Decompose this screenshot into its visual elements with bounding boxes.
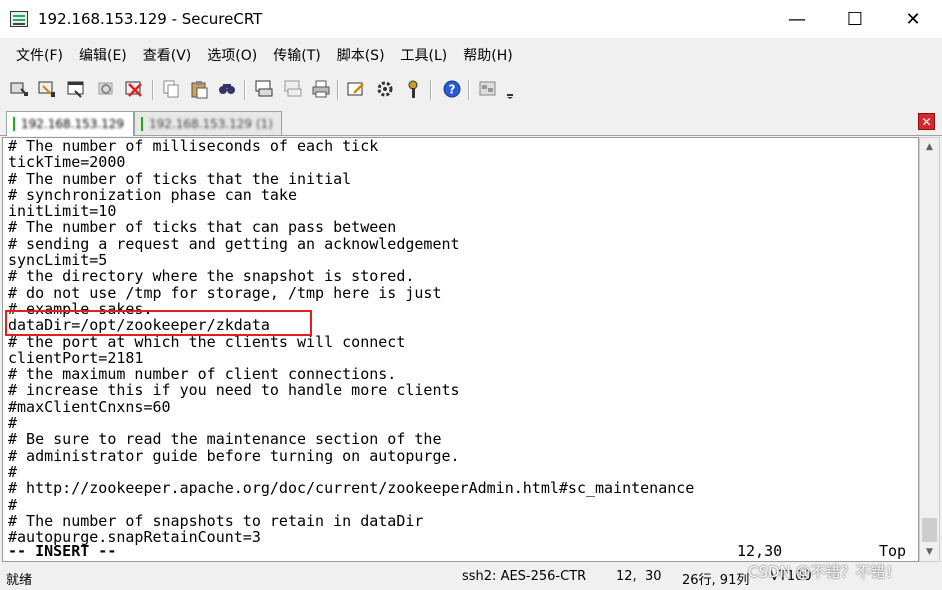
menu-options[interactable]: 选项(O) <box>199 45 265 65</box>
close-tab-icon[interactable]: ✕ <box>918 113 935 130</box>
terminal-line: # The number of ticks that the initial <box>8 169 352 188</box>
menu-transfer[interactable]: 传输(T) <box>265 45 328 65</box>
toolbar-separator <box>244 80 246 100</box>
connected-indicator-icon <box>141 116 143 131</box>
terminal-line: # <box>8 414 18 433</box>
datadir-highlight-box <box>5 310 312 336</box>
vim-status-line: -- INSERT -- 12,30 Top <box>3 543 918 559</box>
terminal-line: # The number of milliseconds of each tic… <box>8 137 379 155</box>
terminal-line: syncLimit=5 <box>8 251 108 270</box>
terminal-line: # the maximum number of client connectio… <box>8 365 397 384</box>
maximize-button[interactable]: ☐ <box>826 0 884 38</box>
session-options-icon[interactable] <box>346 79 366 99</box>
vim-mode: -- INSERT -- <box>8 542 117 560</box>
terminal-content: # The number of milliseconds of each tic… <box>8 138 694 545</box>
connect-in-tab-icon[interactable] <box>66 79 86 99</box>
print-selection-icon[interactable] <box>283 79 303 99</box>
print-screen-icon[interactable] <box>254 79 274 99</box>
tab-session-1[interactable]: 192.168.153.129 <box>6 111 134 136</box>
terminal-line: clientPort=2181 <box>8 348 144 367</box>
global-options-icon[interactable] <box>375 79 395 99</box>
terminal-line: # do not use /tmp for storage, /tmp here… <box>8 283 442 302</box>
terminal-line: # <box>8 495 18 514</box>
menu-help[interactable]: 帮助(H) <box>455 45 520 65</box>
paste-icon[interactable] <box>189 79 209 99</box>
menu-edit[interactable]: 编辑(E) <box>71 45 135 65</box>
status-cipher: ssh2: AES-256-CTR <box>462 569 587 584</box>
quick-connect-icon[interactable] <box>37 79 57 99</box>
help-icon[interactable]: ? <box>442 79 462 99</box>
connected-indicator-icon <box>13 117 15 131</box>
session-tab-bar: 192.168.153.129 192.168.153.129 (1) <box>0 106 942 136</box>
menu-view[interactable]: 查看(V) <box>135 45 200 65</box>
minimize-button[interactable]: — <box>768 0 826 38</box>
status-size: 26行, 91列 <box>682 573 750 588</box>
terminal-line: # administrator guide before turning on … <box>8 446 460 465</box>
status-cursor: 12, 30 <box>616 569 662 584</box>
terminal-line: # The number of snapshots to retain in d… <box>8 511 424 530</box>
terminal-line: initLimit=10 <box>8 202 117 221</box>
terminal-line: # increase this if you need to handle mo… <box>8 381 460 400</box>
terminal-line: # sending a request and getting an ackno… <box>8 234 460 253</box>
disconnect-icon[interactable] <box>124 79 144 99</box>
scroll-down-icon[interactable]: ▼ <box>920 543 939 561</box>
toolbar-separator <box>468 80 470 100</box>
terminal-line: #maxClientCnxns=60 <box>8 397 171 416</box>
terminal-line: # http://zookeeper.apache.org/doc/curren… <box>8 479 695 498</box>
find-icon[interactable] <box>217 79 237 99</box>
vim-cursor-position: 12,30 <box>737 542 783 560</box>
terminal-line: # synchronization phase can take <box>8 185 297 204</box>
keymap-icon[interactable] <box>403 79 423 99</box>
terminal-scrollbar[interactable]: ▲ ▼ <box>919 137 940 562</box>
toolbar-separator <box>337 80 339 100</box>
toolbar-separator <box>152 80 154 100</box>
scrollbar-thumb[interactable] <box>922 518 937 542</box>
terminal-line: tickTime=2000 <box>8 153 126 172</box>
copy-icon[interactable] <box>161 79 181 99</box>
close-button[interactable]: ✕ <box>884 0 942 38</box>
terminal-line: # the directory where the snapshot is st… <box>8 267 415 286</box>
tab-label: 192.168.153.129 <box>21 117 125 131</box>
terminal-line: # <box>8 462 18 481</box>
terminal-line: # The number of ticks that can pass betw… <box>8 218 397 237</box>
print-icon[interactable] <box>311 79 331 99</box>
window-title: 192.168.153.129 - SecureCRT <box>38 10 263 28</box>
terminal-line: # the port at which the clients will con… <box>8 332 406 351</box>
terminal-view[interactable]: # The number of milliseconds of each tic… <box>2 137 919 562</box>
terminal-line: # Be sure to read the maintenance sectio… <box>8 430 442 449</box>
menu-file[interactable]: 文件(F) <box>8 45 71 65</box>
connect-icon[interactable] <box>9 79 29 99</box>
menu-tools[interactable]: 工具(L) <box>393 45 456 65</box>
svg-text:?: ? <box>449 83 456 97</box>
reconnect-icon[interactable] <box>96 79 116 99</box>
tab-session-2[interactable]: 192.168.153.129 (1) <box>134 111 282 135</box>
watermark: CSDN @不错？不错！ <box>748 563 901 581</box>
menu-bar: 文件(F) 编辑(E) 查看(V) 选项(O) 传输(T) 脚本(S) 工具(L… <box>0 38 942 72</box>
securecrt-app-icon[interactable] <box>10 11 28 27</box>
scroll-up-icon[interactable]: ▲ <box>920 138 939 156</box>
title-bar: 192.168.153.129 - SecureCRT — ☐ ✕ <box>0 0 942 38</box>
status-ready: 就绪 <box>6 573 33 588</box>
sftp-icon[interactable] <box>478 79 498 99</box>
toolbar-separator <box>430 80 432 100</box>
menu-script[interactable]: 脚本(S) <box>329 45 393 65</box>
toolbar: ? <box>0 72 942 106</box>
toolbar-overflow-icon[interactable] <box>505 79 515 99</box>
vim-scroll-position: Top <box>879 542 907 560</box>
tab-label: 192.168.153.129 (1) <box>149 116 273 131</box>
